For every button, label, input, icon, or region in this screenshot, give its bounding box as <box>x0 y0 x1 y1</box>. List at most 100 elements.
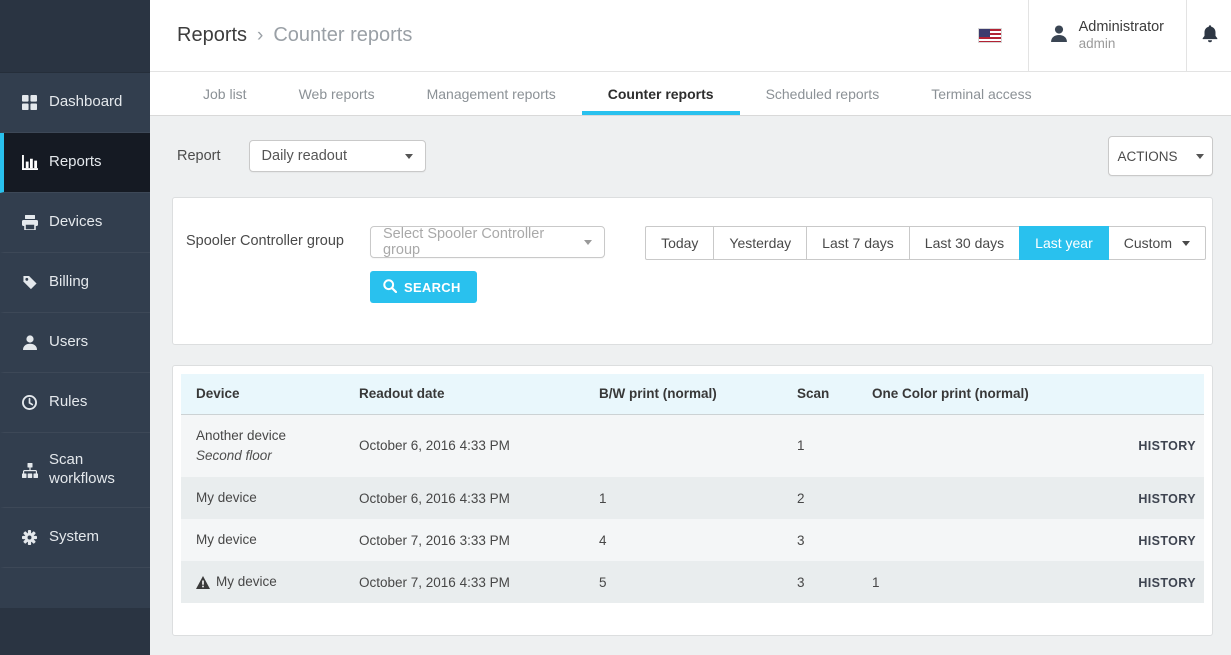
readout-date: October 6, 2016 4:33 PM <box>344 414 584 477</box>
date-range-group: Today Yesterday Last 7 days Last 30 days… <box>645 226 1206 260</box>
col-bw-print: B/W print (normal) <box>584 374 782 414</box>
chevron-down-icon <box>405 154 413 159</box>
history-link[interactable]: HISTORY <box>1138 576 1196 590</box>
tab-scheduled-reports[interactable]: Scheduled reports <box>740 72 906 115</box>
col-actions <box>1062 374 1204 414</box>
one-color-count: 1 <box>857 561 1062 603</box>
tab-label: Job list <box>203 86 247 102</box>
user-menu[interactable]: Administrator admin <box>1029 0 1186 71</box>
sidebar-item-scan-workflows[interactable]: Scan workflows <box>0 433 150 508</box>
history-link[interactable]: HISTORY <box>1138 534 1196 548</box>
sidebar-item-label: Reports <box>49 153 102 172</box>
logo-area <box>0 0 150 73</box>
filter-left: Spooler Controller group Select Spooler … <box>186 226 605 303</box>
dashboard-grid-icon <box>21 94 38 111</box>
table-row: My device October 7, 2016 3:33 PM 4 3 HI… <box>181 519 1204 561</box>
sidebar-item-system[interactable]: System <box>0 508 150 568</box>
tab-label: Web reports <box>299 86 375 102</box>
clock-icon <box>21 394 38 411</box>
user-display-name: Administrator <box>1079 18 1164 36</box>
sidebar-item-rules[interactable]: Rules <box>0 373 150 433</box>
table-row: My device October 6, 2016 4:33 PM 1 2 HI… <box>181 477 1204 519</box>
breadcrumb-section[interactable]: Reports <box>177 24 247 47</box>
col-scan: Scan <box>782 374 857 414</box>
range-last-year-button[interactable]: Last year <box>1019 226 1109 260</box>
device-location: Second floor <box>196 446 336 466</box>
table-header-row: Device Readout date B/W print (normal) S… <box>181 374 1204 414</box>
range-last-30-days-button[interactable]: Last 30 days <box>909 226 1020 260</box>
user-info: Administrator admin <box>1079 18 1164 53</box>
scan-count: 2 <box>782 477 857 519</box>
tab-label: Scheduled reports <box>766 86 880 102</box>
breadcrumb: Reports › Counter reports <box>150 0 952 71</box>
tag-icon <box>21 274 38 291</box>
chevron-down-icon <box>584 240 592 245</box>
scan-count: 3 <box>782 519 857 561</box>
tab-terminal-access[interactable]: Terminal access <box>905 72 1057 115</box>
range-today-button[interactable]: Today <box>645 226 714 260</box>
sidebar-item-label: Rules <box>49 393 87 412</box>
bar-chart-icon <box>21 154 38 171</box>
search-button-label: SEARCH <box>404 280 461 295</box>
top-header: Reports › Counter reports Administrator … <box>150 0 1231 72</box>
device-name: My device <box>196 530 257 550</box>
range-last-7-days-button[interactable]: Last 7 days <box>806 226 910 260</box>
printer-icon <box>21 214 38 231</box>
sidebar-item-devices[interactable]: Devices <box>0 193 150 253</box>
sidebar-item-label: Devices <box>49 213 102 232</box>
report-type-select[interactable]: Daily readout <box>249 140 426 172</box>
header-controls: Administrator admin <box>952 0 1231 71</box>
history-link[interactable]: HISTORY <box>1138 439 1196 453</box>
search-button[interactable]: SEARCH <box>370 271 477 303</box>
device-name: My device <box>216 572 277 592</box>
sidebar-item-dashboard[interactable]: Dashboard <box>0 73 150 133</box>
report-bar: Report Daily readout ACTIONS <box>172 136 1213 176</box>
range-custom-button[interactable]: Custom <box>1108 226 1206 260</box>
results-panel: Device Readout date B/W print (normal) S… <box>172 365 1213 636</box>
bw-print-count: 4 <box>584 519 782 561</box>
tab-bar: Job list Web reports Management reports … <box>150 72 1231 116</box>
range-yesterday-button[interactable]: Yesterday <box>713 226 807 260</box>
tab-job-list[interactable]: Job list <box>177 72 273 115</box>
sidebar: Dashboard Reports Devices Billing Users <box>0 0 150 655</box>
actions-button[interactable]: ACTIONS <box>1108 136 1213 176</box>
sidebar-item-label: Dashboard <box>49 93 122 112</box>
col-one-color-print: One Color print (normal) <box>857 374 1062 414</box>
sidebar-spacer <box>0 568 150 608</box>
content-area: Report Daily readout ACTIONS Spooler Con… <box>150 116 1231 655</box>
range-label: Last 7 days <box>822 235 894 251</box>
chevron-down-icon <box>1196 154 1204 159</box>
tab-web-reports[interactable]: Web reports <box>273 72 401 115</box>
tab-label: Terminal access <box>931 86 1031 102</box>
spooler-group-label: Spooler Controller group <box>186 233 344 249</box>
notifications-button[interactable] <box>1187 0 1231 71</box>
user-icon <box>1051 25 1067 47</box>
language-selector[interactable] <box>952 0 1028 71</box>
tab-counter-reports[interactable]: Counter reports <box>582 72 740 115</box>
scan-count: 3 <box>782 561 857 603</box>
sidebar-footer <box>0 608 150 655</box>
one-color-count <box>857 477 1062 519</box>
range-label: Last 30 days <box>925 235 1004 251</box>
scan-count: 1 <box>782 414 857 477</box>
col-device: Device <box>181 374 344 414</box>
sitemap-icon <box>21 462 38 479</box>
readout-date: October 7, 2016 4:33 PM <box>344 561 584 603</box>
sidebar-item-label: Scan workflows <box>49 451 142 489</box>
breadcrumb-page: Counter reports <box>273 24 412 47</box>
tab-label: Management reports <box>427 86 556 102</box>
col-readout-date: Readout date <box>344 374 584 414</box>
actions-button-label: ACTIONS <box>1117 149 1177 164</box>
warning-icon <box>196 576 210 589</box>
spooler-group-select[interactable]: Select Spooler Controller group <box>370 226 605 258</box>
sidebar-item-users[interactable]: Users <box>0 313 150 373</box>
report-type-value: Daily readout <box>262 148 347 164</box>
tab-management-reports[interactable]: Management reports <box>401 72 582 115</box>
range-label: Last year <box>1035 235 1093 251</box>
bw-print-count: 1 <box>584 477 782 519</box>
sidebar-item-reports[interactable]: Reports <box>0 133 150 193</box>
bw-print-count <box>584 414 782 477</box>
sidebar-item-billing[interactable]: Billing <box>0 253 150 313</box>
bell-icon <box>1201 24 1219 48</box>
history-link[interactable]: HISTORY <box>1138 492 1196 506</box>
